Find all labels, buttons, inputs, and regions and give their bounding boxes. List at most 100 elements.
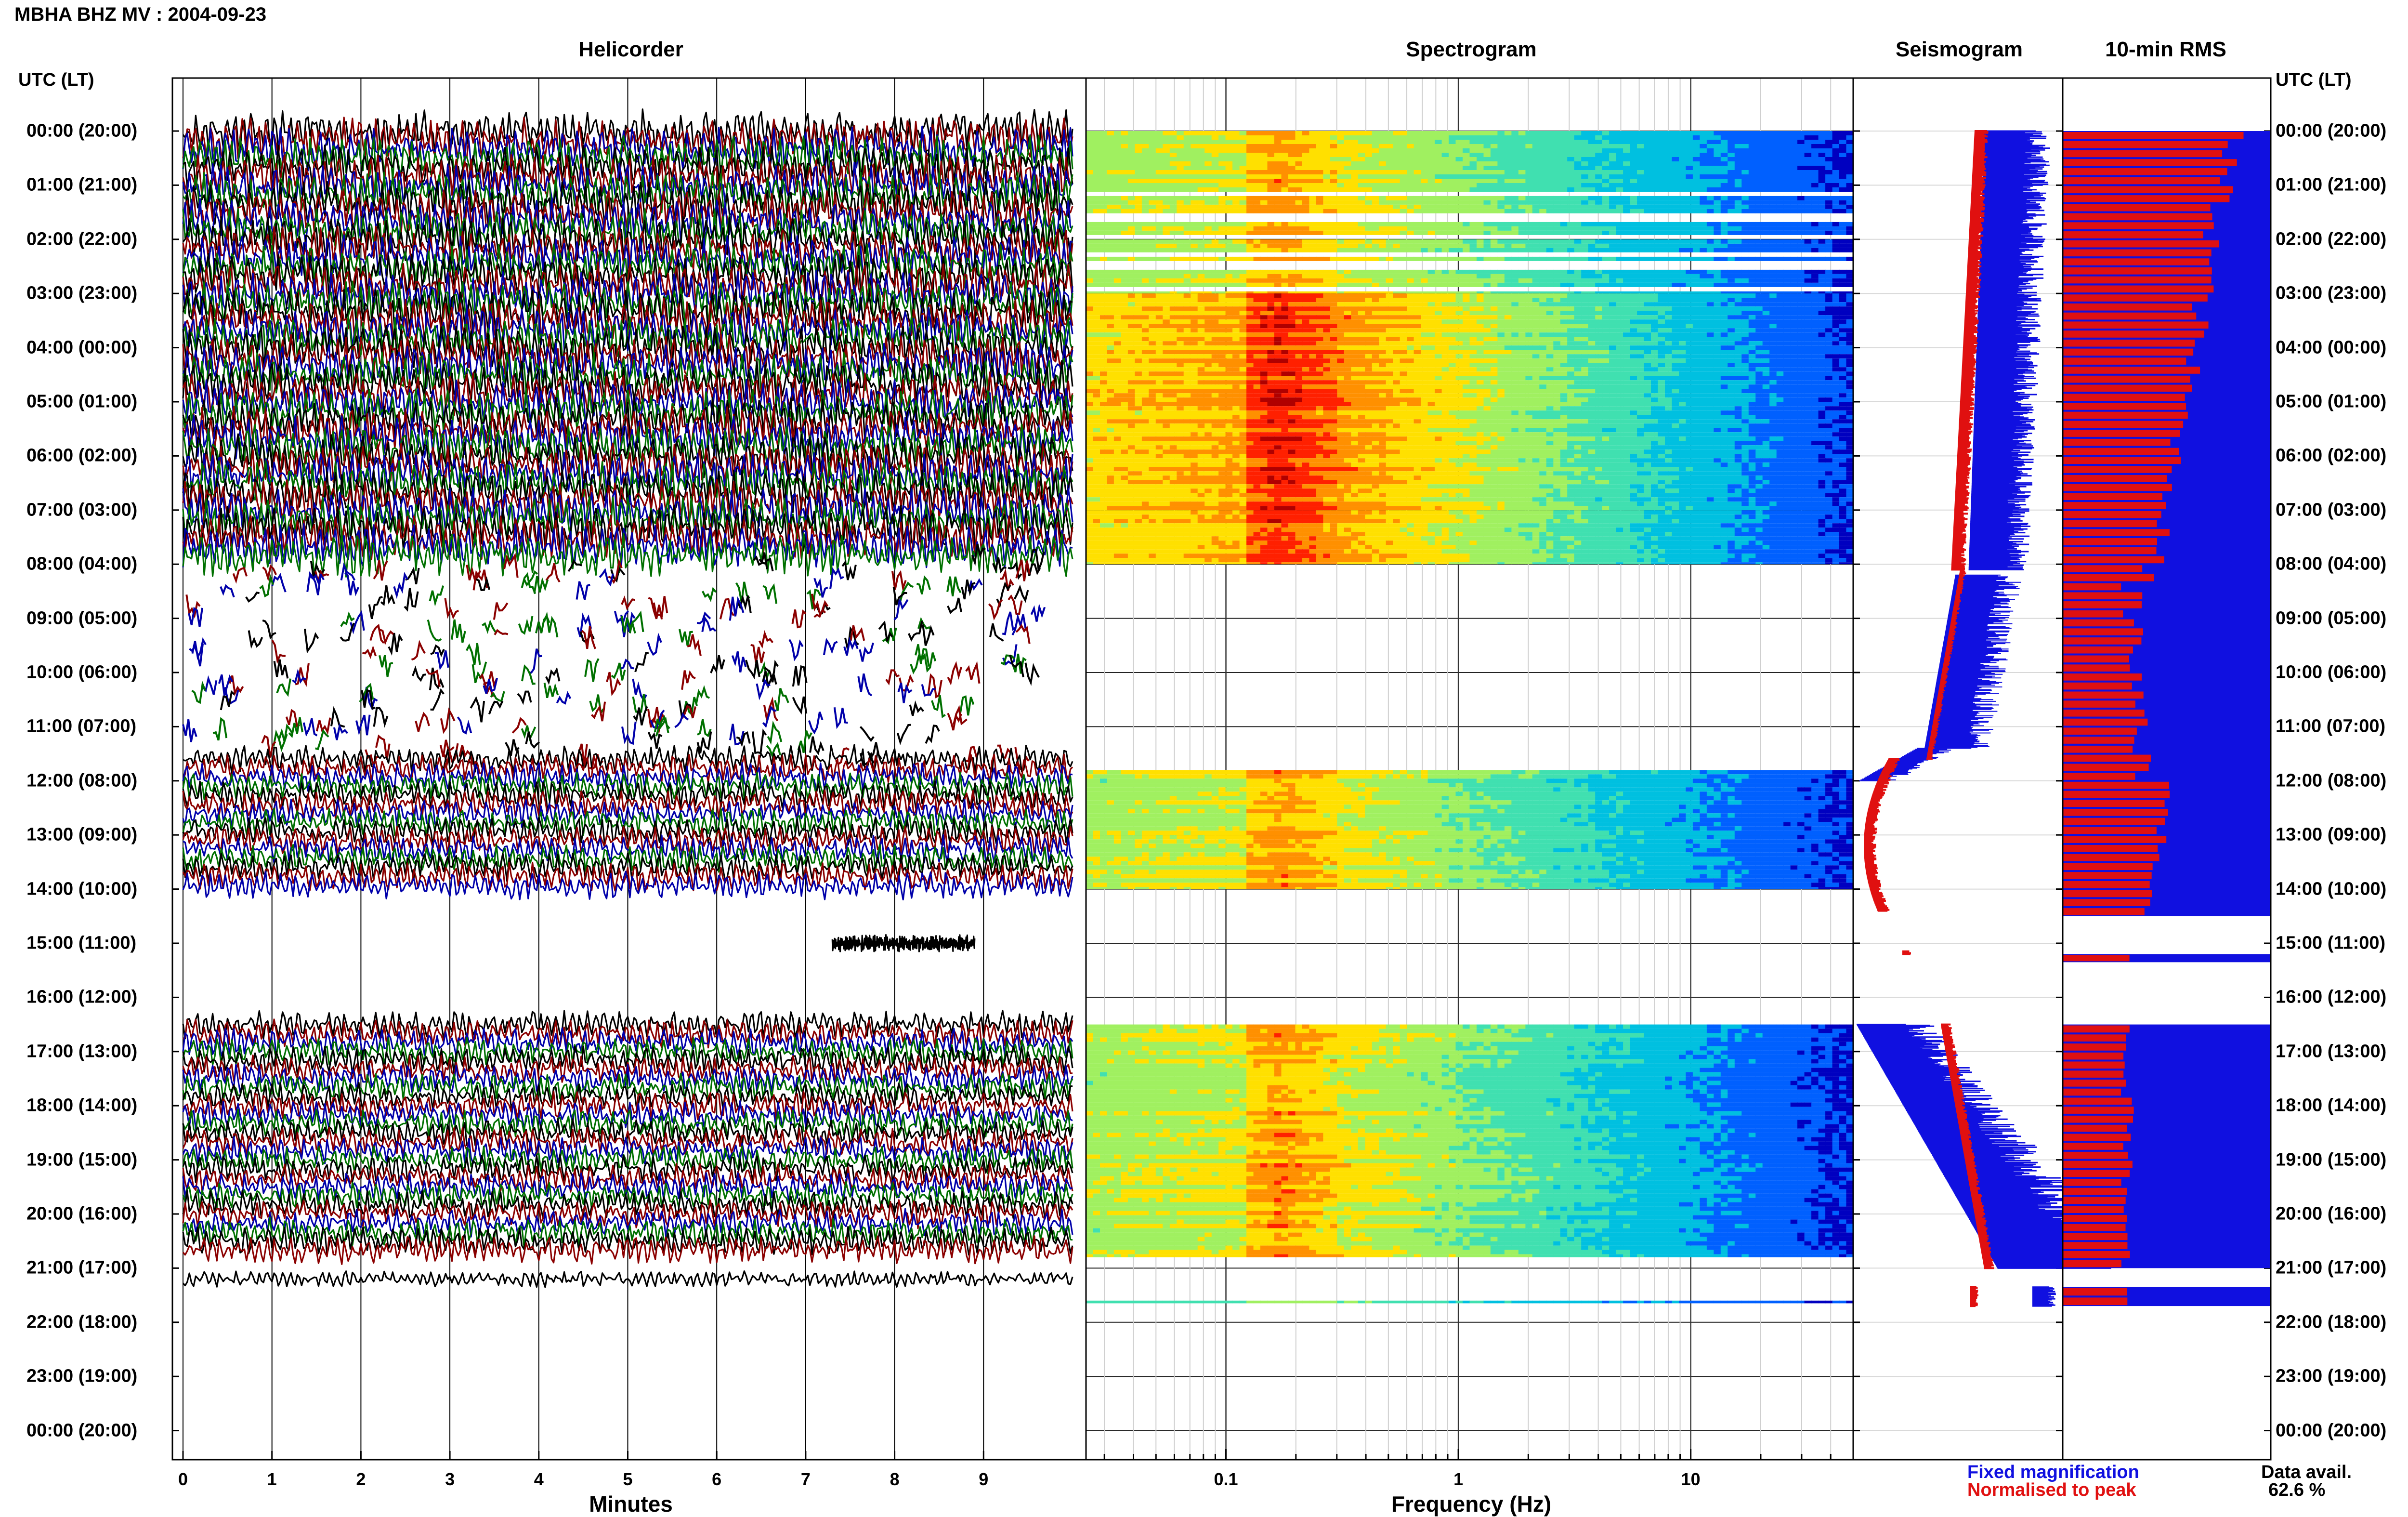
spectrogram-cell bbox=[1846, 196, 1854, 200]
spectrogram-cell bbox=[1595, 170, 1602, 174]
helicorder-fragment bbox=[192, 640, 206, 657]
spectrogram-cell bbox=[1609, 200, 1616, 205]
helicorder-fragment bbox=[489, 701, 503, 714]
spectrogram-cell bbox=[1777, 270, 1784, 274]
spectrogram-cell bbox=[1805, 298, 1812, 302]
spectrogram-cell bbox=[1825, 200, 1832, 205]
spectrogram-cell bbox=[1630, 244, 1637, 248]
spectrogram-cell bbox=[1839, 270, 1846, 274]
spectrogram-cell bbox=[1421, 270, 1428, 274]
spectrogram-cell bbox=[1107, 161, 1114, 166]
spectrogram-cell bbox=[1497, 222, 1505, 226]
spectrogram-cell bbox=[1177, 298, 1184, 302]
spectrogram-cell bbox=[1721, 209, 1728, 213]
spectrogram-cell bbox=[1379, 239, 1386, 244]
spectrogram-cell bbox=[1679, 161, 1686, 166]
spectrogram-cell bbox=[1525, 200, 1532, 205]
spectrogram-cell bbox=[1623, 315, 1630, 319]
spectrogram-cell bbox=[1505, 328, 1512, 332]
helicorder-fragment bbox=[830, 570, 844, 589]
spectrogram-cell bbox=[1679, 270, 1686, 274]
spectrogram-cell bbox=[1839, 148, 1846, 153]
spectrogram-cell bbox=[1330, 148, 1337, 153]
spectrogram-cell bbox=[1358, 179, 1365, 183]
spectrogram-cell bbox=[1337, 274, 1344, 278]
spectrogram-cell bbox=[1637, 283, 1644, 287]
spectrogram-cell bbox=[1581, 131, 1588, 135]
spectrogram-cell bbox=[1296, 148, 1303, 153]
spectrogram-cell bbox=[1637, 196, 1644, 200]
spectrogram-cell bbox=[1386, 183, 1393, 187]
spectrogram-cell bbox=[1456, 306, 1463, 311]
spectrogram-cell bbox=[1539, 278, 1546, 283]
spectrogram-cell bbox=[1456, 148, 1463, 153]
spectrogram-cell bbox=[1714, 209, 1721, 213]
spectrogram-cell bbox=[1735, 274, 1742, 278]
spectrogram-cell bbox=[1442, 239, 1449, 244]
spectrogram-cell bbox=[1741, 153, 1749, 157]
spectrogram-cell bbox=[1505, 161, 1512, 166]
helicorder-fragment bbox=[213, 719, 227, 740]
spectrogram-cell bbox=[1651, 135, 1658, 140]
spectrogram-cell bbox=[1254, 231, 1261, 235]
spectrogram-cell bbox=[1268, 174, 1275, 179]
spectrogram-cell bbox=[1846, 140, 1854, 144]
spectrogram-cell bbox=[1330, 131, 1337, 135]
spectrogram-cell bbox=[1121, 153, 1128, 157]
spectrogram-cell bbox=[1428, 283, 1435, 287]
spectrogram-cell bbox=[1679, 283, 1686, 287]
spectrogram-cell bbox=[1686, 170, 1693, 174]
spectrogram-cell bbox=[1825, 179, 1832, 183]
spectrogram-cell bbox=[1721, 183, 1728, 187]
helicorder-fragment bbox=[591, 702, 605, 721]
spectrogram-cell bbox=[1400, 332, 1407, 337]
spectrogram-cell bbox=[1539, 161, 1546, 166]
spectrogram-cell bbox=[1546, 131, 1554, 135]
spectrogram-cell bbox=[1456, 324, 1463, 328]
spectrogram-cell bbox=[1588, 315, 1596, 319]
spectrogram-cell bbox=[1135, 200, 1142, 205]
spectrogram-cell bbox=[1260, 140, 1268, 144]
spectrogram-cell bbox=[1428, 148, 1435, 153]
spectrogram-cell bbox=[1442, 248, 1449, 252]
spectrogram-cell bbox=[1309, 183, 1316, 187]
spectrogram-cell bbox=[1588, 293, 1596, 298]
spectrogram-cell bbox=[1135, 293, 1142, 298]
helicorder-fragment bbox=[842, 563, 856, 580]
spectrogram-cell bbox=[1491, 140, 1498, 144]
helicorder-fragment bbox=[394, 575, 407, 595]
spectrogram-cell bbox=[1114, 157, 1121, 161]
spectrogram-cell bbox=[1644, 257, 1651, 261]
spectrogram-cell bbox=[1727, 315, 1735, 319]
spectrogram-cell bbox=[1511, 306, 1518, 311]
spectrogram-cell bbox=[1749, 302, 1756, 306]
spectrogram-cell bbox=[1142, 205, 1149, 209]
spectrogram-cell bbox=[1811, 257, 1819, 261]
spectrogram-cell bbox=[1763, 293, 1770, 298]
spectrogram-cell bbox=[1316, 298, 1323, 302]
spectrogram-cell bbox=[1518, 161, 1526, 166]
spectrogram-cell bbox=[1204, 328, 1212, 332]
spectrogram-cell bbox=[1700, 148, 1707, 153]
spectrogram-cell bbox=[1651, 153, 1658, 157]
spectrogram-cell bbox=[1135, 244, 1142, 248]
spectrogram-cell bbox=[1805, 170, 1812, 174]
spectrogram-cell bbox=[1135, 298, 1142, 302]
spectrogram-cell bbox=[1846, 170, 1854, 174]
spectrogram-cell bbox=[1246, 148, 1254, 153]
spectrogram-cell bbox=[1637, 302, 1644, 306]
spectrogram-cell bbox=[1288, 315, 1296, 319]
spectrogram-cell bbox=[1218, 231, 1226, 235]
spectrogram-cell bbox=[1714, 174, 1721, 179]
spectrogram-cell bbox=[1741, 311, 1749, 315]
spectrogram-cell bbox=[1546, 157, 1554, 161]
spectrogram-cell bbox=[1337, 148, 1344, 153]
spectrogram-cell bbox=[1393, 291, 1400, 293]
spectrogram-cell bbox=[1240, 209, 1247, 213]
spectrogram-cell bbox=[1777, 319, 1784, 324]
spectrogram-cell bbox=[1449, 311, 1456, 315]
spectrogram-cell bbox=[1268, 248, 1275, 252]
spectrogram-cell bbox=[1212, 170, 1219, 174]
spectrogram-cell bbox=[1428, 270, 1435, 274]
spectrogram-cell bbox=[1177, 131, 1184, 135]
